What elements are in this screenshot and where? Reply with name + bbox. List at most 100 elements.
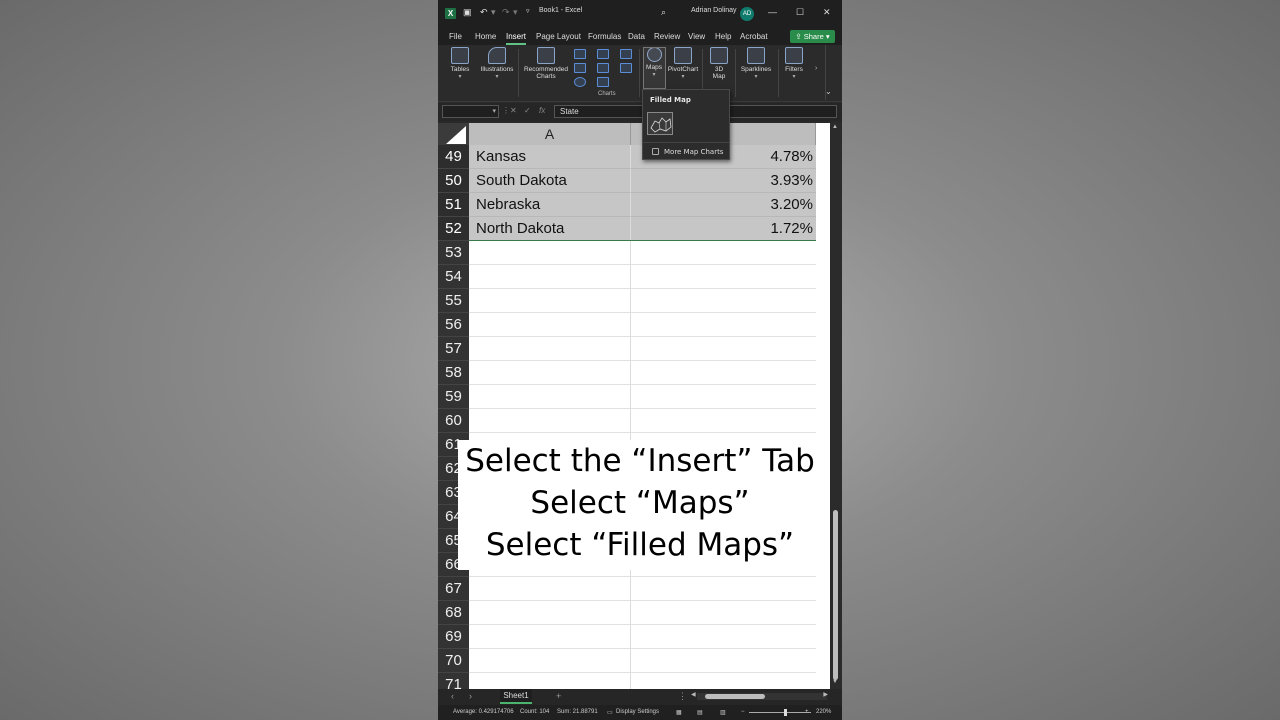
maximize-icon[interactable]: ☐ bbox=[796, 7, 804, 18]
cell[interactable] bbox=[631, 337, 816, 361]
scrollbar-thumb[interactable] bbox=[705, 694, 765, 699]
row-number[interactable]: 56 bbox=[438, 313, 469, 337]
cell[interactable] bbox=[469, 265, 631, 289]
sheet-tab[interactable]: Sheet1 bbox=[500, 689, 532, 704]
tab-review[interactable]: Review bbox=[654, 32, 680, 41]
add-sheet-icon[interactable]: + bbox=[556, 691, 561, 701]
more-map-charts-link[interactable]: More Map Charts bbox=[664, 148, 723, 156]
row-number[interactable]: 70 bbox=[438, 649, 469, 673]
line-chart-icon[interactable] bbox=[574, 63, 586, 73]
next-sheet-icon[interactable]: › bbox=[469, 691, 472, 701]
hierarchy-chart-icon[interactable] bbox=[597, 49, 609, 59]
row-number[interactable]: 52 bbox=[438, 217, 469, 241]
page-break-view-icon[interactable]: ▥ bbox=[720, 709, 726, 716]
cell[interactable] bbox=[631, 649, 816, 673]
cell[interactable] bbox=[469, 313, 631, 337]
statistic-chart-icon[interactable] bbox=[597, 63, 609, 73]
cell[interactable] bbox=[469, 649, 631, 673]
row-number[interactable]: 57 bbox=[438, 337, 469, 361]
row-number[interactable]: 71 bbox=[438, 673, 469, 689]
cell[interactable] bbox=[469, 337, 631, 361]
cancel-icon[interactable]: ✕ bbox=[510, 106, 517, 115]
row-number[interactable]: 58 bbox=[438, 361, 469, 385]
tab-view[interactable]: View bbox=[688, 32, 705, 41]
cell[interactable] bbox=[469, 361, 631, 385]
scatter-chart-icon[interactable] bbox=[597, 77, 609, 87]
cell[interactable] bbox=[631, 409, 816, 433]
undo-icon[interactable]: ↶ bbox=[480, 7, 488, 18]
tab-formulas[interactable]: Formulas bbox=[588, 32, 621, 41]
row-number[interactable]: 49 bbox=[438, 145, 469, 169]
cell[interactable] bbox=[469, 577, 631, 601]
tab-acrobat[interactable]: Acrobat bbox=[740, 32, 768, 41]
fx-icon[interactable]: fx bbox=[539, 106, 545, 115]
redo-dropdown-icon[interactable]: ▾ bbox=[513, 7, 518, 18]
cell[interactable] bbox=[631, 241, 816, 265]
pivotchart-button[interactable]: PivotChart ▾ bbox=[667, 47, 699, 80]
row-number[interactable]: 50 bbox=[438, 169, 469, 193]
row-number[interactable]: 67 bbox=[438, 577, 469, 601]
tab-home[interactable]: Home bbox=[475, 32, 496, 41]
normal-view-icon[interactable]: ▦ bbox=[676, 709, 682, 716]
tab-data[interactable]: Data bbox=[628, 32, 645, 41]
tab-help[interactable]: Help bbox=[715, 32, 731, 41]
filters-button[interactable]: Filters ▾ bbox=[781, 47, 807, 80]
name-box[interactable]: ▾ bbox=[442, 105, 499, 118]
column-chart-icon[interactable] bbox=[574, 49, 586, 59]
scroll-right-icon[interactable]: ▶ bbox=[823, 691, 828, 698]
filled-map-icon[interactable] bbox=[647, 112, 673, 135]
confirm-icon[interactable]: ✓ bbox=[524, 106, 531, 115]
tab-insert[interactable]: Insert bbox=[506, 32, 526, 41]
cell[interactable] bbox=[631, 361, 816, 385]
select-all-button[interactable] bbox=[438, 123, 469, 145]
cell[interactable] bbox=[469, 385, 631, 409]
prev-sheet-icon[interactable]: ‹ bbox=[451, 691, 454, 701]
more-icon[interactable]: ⋮ bbox=[678, 691, 687, 702]
row-number[interactable]: 68 bbox=[438, 601, 469, 625]
cell[interactable] bbox=[469, 409, 631, 433]
search-icon[interactable]: ⌕ bbox=[661, 7, 666, 18]
tab-page-layout[interactable]: Page Layout bbox=[536, 32, 581, 41]
row-number[interactable]: 55 bbox=[438, 289, 469, 313]
state-cell[interactable]: Nebraska bbox=[469, 193, 631, 217]
row-number[interactable]: 54 bbox=[438, 265, 469, 289]
undo-dropdown-icon[interactable]: ▾ bbox=[491, 7, 496, 18]
zoom-slider[interactable] bbox=[749, 712, 811, 713]
cell[interactable] bbox=[469, 601, 631, 625]
recommended-charts-button[interactable]: Recommended Charts bbox=[522, 47, 570, 80]
zoom-in-icon[interactable]: + bbox=[805, 709, 809, 715]
column-header-a[interactable]: A bbox=[469, 123, 631, 145]
row-number[interactable]: 51 bbox=[438, 193, 469, 217]
ribbon-scroll-right-icon[interactable]: › bbox=[815, 65, 817, 72]
ribbon-expand-icon[interactable]: ⌄ bbox=[825, 87, 832, 96]
value-cell[interactable]: 3.20% bbox=[631, 193, 816, 217]
save-icon[interactable]: ▣ bbox=[463, 7, 472, 18]
state-cell[interactable]: North Dakota bbox=[469, 217, 631, 241]
cell[interactable] bbox=[469, 625, 631, 649]
cell[interactable] bbox=[631, 673, 816, 689]
illustrations-button[interactable]: Illustrations ▾ bbox=[478, 47, 516, 80]
sparklines-button[interactable]: Sparklines ▾ bbox=[738, 47, 774, 80]
zoom-out-icon[interactable]: − bbox=[741, 709, 745, 715]
row-number[interactable]: 60 bbox=[438, 409, 469, 433]
row-number[interactable]: 53 bbox=[438, 241, 469, 265]
page-layout-view-icon[interactable]: ▤ bbox=[697, 709, 703, 716]
cell[interactable] bbox=[631, 625, 816, 649]
user-name[interactable]: Adrian Dolinay bbox=[691, 7, 737, 14]
value-cell[interactable]: 1.72% bbox=[631, 217, 816, 241]
zoom-level[interactable]: 220% bbox=[816, 709, 831, 715]
horizontal-scrollbar[interactable]: ◀ ▶ bbox=[691, 691, 828, 700]
zoom-slider-knob[interactable] bbox=[784, 709, 787, 716]
cell[interactable] bbox=[631, 313, 816, 337]
display-settings-icon[interactable]: ▭ bbox=[607, 709, 613, 716]
share-button[interactable]: ⇪ Share ▾ bbox=[790, 30, 835, 43]
close-icon[interactable]: ✕ bbox=[823, 7, 831, 18]
avatar[interactable]: AD bbox=[740, 7, 754, 21]
minimize-icon[interactable]: — bbox=[768, 7, 777, 17]
scroll-down-icon[interactable]: ▼ bbox=[832, 679, 838, 685]
cell[interactable] bbox=[631, 385, 816, 409]
cell[interactable] bbox=[631, 265, 816, 289]
row-number[interactable]: 59 bbox=[438, 385, 469, 409]
cell[interactable] bbox=[469, 673, 631, 689]
3d-map-button[interactable]: 3D Map bbox=[706, 47, 732, 80]
